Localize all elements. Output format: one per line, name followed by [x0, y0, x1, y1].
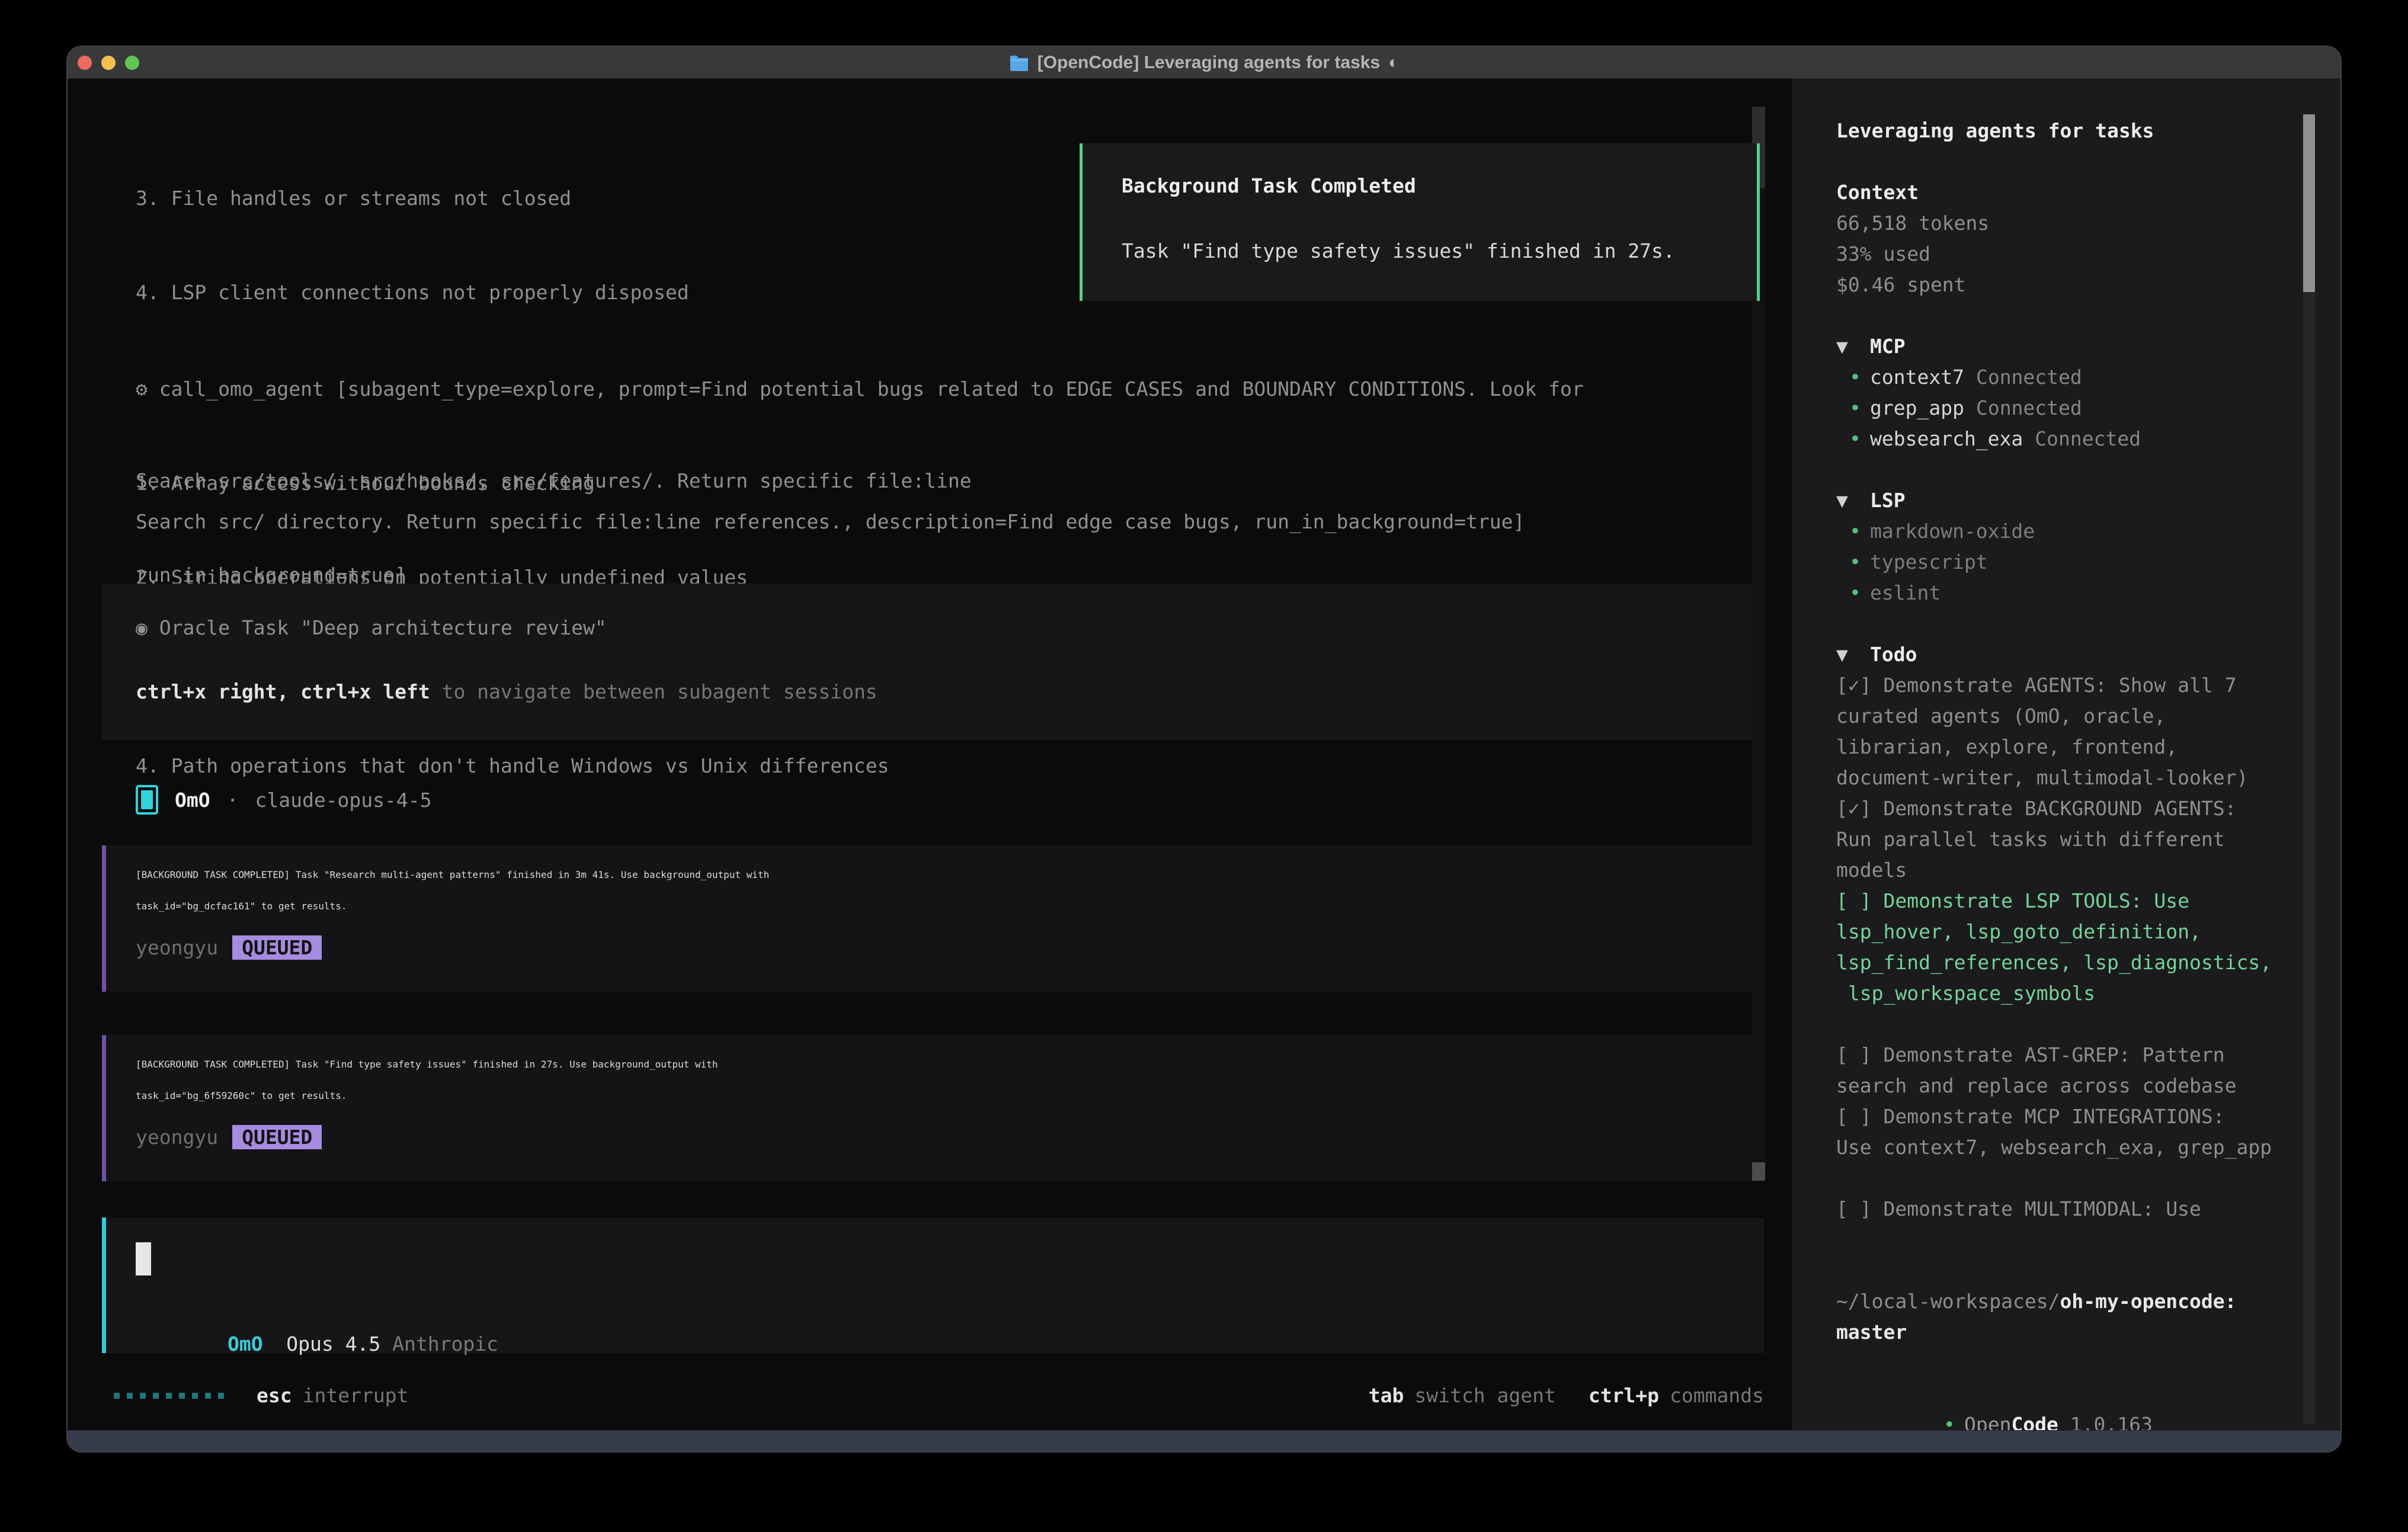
model-provider: Anthropic — [392, 1332, 498, 1355]
context-heading: Context — [1836, 177, 2269, 208]
titlebar: [OpenCode] Leveraging agents for tasks ◐ — [68, 47, 2340, 79]
model-indicator: OmO Opus 4.5 Anthropic — [133, 1309, 498, 1379]
window-title: [OpenCode] Leveraging agents for tasks ◐ — [1009, 53, 1400, 73]
gear-icon: ⚙ — [136, 377, 148, 400]
bullet-icon: • — [1849, 578, 1870, 608]
close-button[interactable] — [78, 56, 92, 70]
bullet-icon: • — [1849, 362, 1870, 393]
sidebar-scrollbar[interactable] — [2303, 114, 2315, 1424]
minimize-button[interactable] — [101, 56, 116, 70]
background-task-message: [BACKGROUND TASK COMPLETED] Task "Find t… — [102, 1035, 1764, 1181]
agent-name: OmO — [175, 789, 210, 812]
todo-item-active: [ ] Demonstrate LSP TOOLS: Use lsp_hover… — [1836, 886, 2269, 1009]
todo-item-done: [✓] Demonstrate BACKGROUND AGENTS: Run p… — [1836, 793, 2269, 886]
traffic-lights — [78, 56, 139, 70]
separator-dot: · — [227, 789, 239, 812]
chevron-down-icon: ▼ — [1836, 485, 1870, 516]
opencode-version: •OpenCode 1.0.163 — [1836, 1379, 2269, 1409]
agent-terminal-icon — [136, 785, 158, 815]
task-message-line: task_id="bg_6f59260c" to get results. — [136, 1090, 1764, 1121]
oracle-task-panel: ◉ Oracle Task "Deep architecture review"… — [102, 584, 1764, 740]
record-icon: ◉ — [136, 616, 148, 639]
shortcut-commands: ctrl+p commands — [1589, 1384, 1764, 1407]
agent-header: OmO · claude-opus-4-5 — [136, 781, 432, 818]
tool-call-line: ⚙ call_omo_agent [subagent_type=explore,… — [136, 373, 1584, 405]
window-title-text: [OpenCode] Leveraging agents for tasks — [1038, 53, 1380, 73]
mcp-item: • context7 Connected — [1836, 362, 2269, 393]
todo-item-pending: [ ] Demonstrate MULTIMODAL: Use — [1836, 1194, 2269, 1225]
bullet-icon: • — [1943, 1409, 1964, 1432]
git-branch: master — [1836, 1317, 2269, 1348]
task-user: yeongyu — [136, 936, 218, 959]
status-badge: QUEUED — [232, 935, 322, 960]
prompt-input[interactable]: OmO Opus 4.5 Anthropic — [102, 1217, 1764, 1353]
lsp-item: • eslint — [1836, 578, 2269, 608]
mcp-item: • websearch_exa Connected — [1836, 424, 2269, 454]
bullet-icon: • — [1849, 424, 1870, 454]
output-line: 4. Path operations that don't handle Win… — [136, 750, 1584, 781]
task-message-line: [BACKGROUND TASK COMPLETED] Task "Find t… — [136, 1059, 1764, 1090]
task-user: yeongyu — [136, 1126, 218, 1149]
mcp-section-header[interactable]: ▼ MCP — [1836, 331, 2269, 362]
bullet-icon: • — [1849, 393, 1870, 424]
task-message-line: task_id="bg_dcfac161" to get results. — [136, 900, 1764, 932]
chevron-down-icon: ▼ — [1836, 639, 1870, 670]
workspace-path: ~/local-workspaces/oh-my-opencode: maste… — [1836, 1286, 2269, 1348]
output-line: 4. LSP client connections not properly d… — [136, 277, 972, 308]
toast-title: Background Task Completed — [1122, 174, 1416, 197]
shortcut-interrupt: esc interrupt — [257, 1384, 408, 1407]
output-line: Search src/ directory. Return specific f… — [136, 506, 1525, 537]
agent-model: claude-opus-4-5 — [255, 789, 431, 812]
tool-call-block: ⚙ call_omo_agent [subagent_type=explore,… — [136, 310, 1584, 844]
task-message-line: [BACKGROUND TASK COMPLETED] Task "Resear… — [136, 869, 1764, 900]
mcp-item: • grep_app Connected — [1836, 393, 2269, 424]
sidebar: Leveraging agents for tasks Context 66,5… — [1792, 79, 2340, 1432]
background-task-toast[interactable]: Background Task Completed Task "Find typ… — [1080, 143, 1760, 301]
lsp-item: • typescript — [1836, 547, 2269, 578]
scrollbar-thumb[interactable] — [1752, 1162, 1765, 1181]
context-spent: $0.46 spent — [1836, 270, 2269, 300]
app-window: [OpenCode] Leveraging agents for tasks ◐… — [66, 46, 2342, 1453]
toast-body: Task "Find type safety issues" finished … — [1122, 239, 1675, 262]
chevron-down-icon: ▼ — [1836, 331, 1870, 362]
proxy-progress-icon: ◐ — [1388, 53, 1399, 73]
scrollbar-thumb[interactable] — [2303, 114, 2315, 292]
todo-section-header[interactable]: ▼ Todo — [1836, 639, 2269, 670]
background-task-message: [BACKGROUND TASK COMPLETED] Task "Resear… — [102, 845, 1764, 992]
context-tokens: 66,518 tokens — [1836, 208, 2269, 239]
oracle-task-title: ◉ Oracle Task "Deep architecture review" — [136, 612, 607, 643]
status-bar: esc interrupt tab switch agent ctrl+p co… — [68, 1380, 1789, 1411]
terminal-content: 3. File handles or streams not closed 4.… — [68, 79, 2340, 1432]
text-cursor — [136, 1242, 151, 1275]
oracle-task-hint: ctrl+x right, ctrl+x left to navigate be… — [136, 676, 878, 707]
output-line: 3. File handles or streams not closed — [136, 182, 972, 214]
bullet-icon: • — [1849, 547, 1870, 578]
zoom-button[interactable] — [125, 56, 139, 70]
todo-item-pending: [ ] Demonstrate AST-GREP: Pattern search… — [1836, 1040, 2269, 1163]
shortcut-switch-agent: tab switch agent — [1369, 1384, 1556, 1407]
session-title: Leveraging agents for tasks — [1836, 116, 2269, 146]
output-line: 1. Array access without bounds checking — [136, 467, 1584, 499]
shortcut-keys: ctrl+x right, ctrl+x left — [136, 680, 430, 703]
model-version: Opus 4.5 — [263, 1332, 393, 1355]
lsp-section-header[interactable]: ▼ LSP — [1836, 485, 2269, 516]
window-bottom-strip — [68, 1430, 2340, 1451]
tool-call-text: call_omo_agent [subagent_type=explore, p… — [148, 377, 1584, 400]
folder-icon — [1009, 54, 1029, 72]
active-agent-label: OmO — [228, 1332, 263, 1355]
context-used: 33% used — [1836, 239, 2269, 270]
status-badge: QUEUED — [232, 1125, 322, 1149]
todo-item-done: [✓] Demonstrate AGENTS: Show all 7 curat… — [1836, 670, 2269, 793]
lsp-item: • markdown-oxide — [1836, 516, 2269, 547]
activity-dots — [114, 1393, 224, 1399]
bullet-icon: • — [1849, 516, 1870, 547]
